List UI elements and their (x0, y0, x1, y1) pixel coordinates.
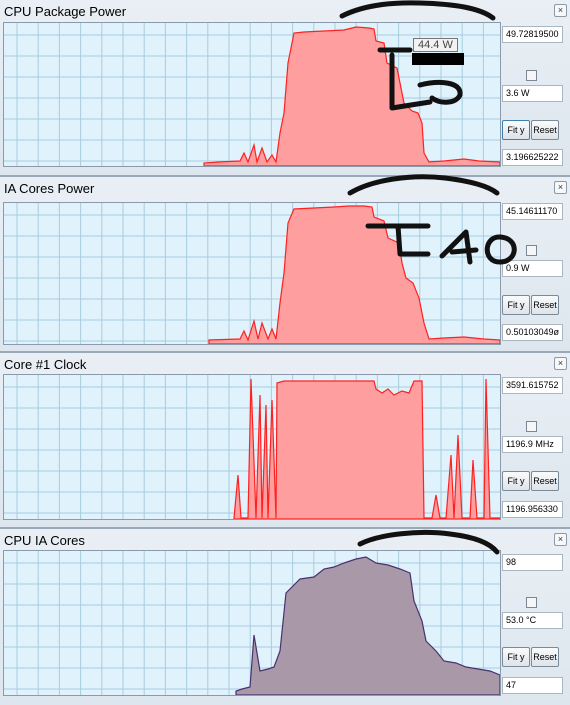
panel-cpu-package-power: CPU Package Power × 49.72819500 3.6 W Fi… (0, 0, 570, 176)
max-value-field[interactable]: 45.14611170 (502, 203, 563, 220)
close-icon[interactable]: × (554, 533, 567, 546)
plot-background (4, 203, 500, 344)
min-value-field[interactable]: 47 (502, 677, 563, 694)
checkbox[interactable] (526, 70, 537, 81)
graph-plot (3, 374, 501, 520)
fit-y-button[interactable]: Fit y (502, 295, 530, 315)
panel-title: IA Cores Power (4, 181, 95, 196)
redaction-box (412, 53, 464, 65)
panel-title: Core #1 Clock (4, 357, 87, 372)
close-icon[interactable]: × (554, 4, 567, 17)
fit-y-button[interactable]: Fit y (502, 120, 530, 140)
panel-title: CPU Package Power (4, 4, 127, 19)
min-value-field[interactable]: 3.196625222 (502, 149, 563, 166)
current-value-field[interactable]: 0.9 W (502, 260, 563, 277)
reset-button[interactable]: Reset (531, 471, 559, 491)
reset-button[interactable]: Reset (531, 647, 559, 667)
panel-ia-cores-power: IA Cores Power × 45.14611170 0.9 W Fit y… (0, 177, 570, 353)
checkbox[interactable] (526, 421, 537, 432)
hover-tooltip: 44.4 W (413, 38, 458, 52)
panel-core1-clock: Core #1 Clock × 3591.615752 1196.9 MHz F… (0, 353, 570, 529)
close-icon[interactable]: × (554, 357, 567, 370)
current-value-field[interactable]: 3.6 W (502, 85, 563, 102)
reset-button[interactable]: Reset (531, 120, 559, 140)
graph-plot (3, 550, 501, 696)
max-value-field[interactable]: 49.72819500 (502, 26, 563, 43)
min-value-field[interactable]: 1196.956330 (502, 501, 563, 518)
panel-title: CPU IA Cores (4, 533, 85, 548)
fit-y-button[interactable]: Fit y (502, 471, 530, 491)
max-value-field[interactable]: 3591.615752 (502, 377, 563, 394)
checkbox[interactable] (526, 597, 537, 608)
current-value-field[interactable]: 53.0 °C (502, 612, 563, 629)
close-icon[interactable]: × (554, 181, 567, 194)
panel-cpu-ia-cores: CPU IA Cores × 98 53.0 °C Fit y Reset 47 (0, 529, 570, 705)
min-value-field[interactable]: 0.50103049ø (502, 324, 563, 341)
max-value-field[interactable]: 98 (502, 554, 563, 571)
graph-plot (3, 202, 501, 345)
current-value-field[interactable]: 1196.9 MHz (502, 436, 563, 453)
fit-y-button[interactable]: Fit y (502, 647, 530, 667)
reset-button[interactable]: Reset (531, 295, 559, 315)
checkbox[interactable] (526, 245, 537, 256)
